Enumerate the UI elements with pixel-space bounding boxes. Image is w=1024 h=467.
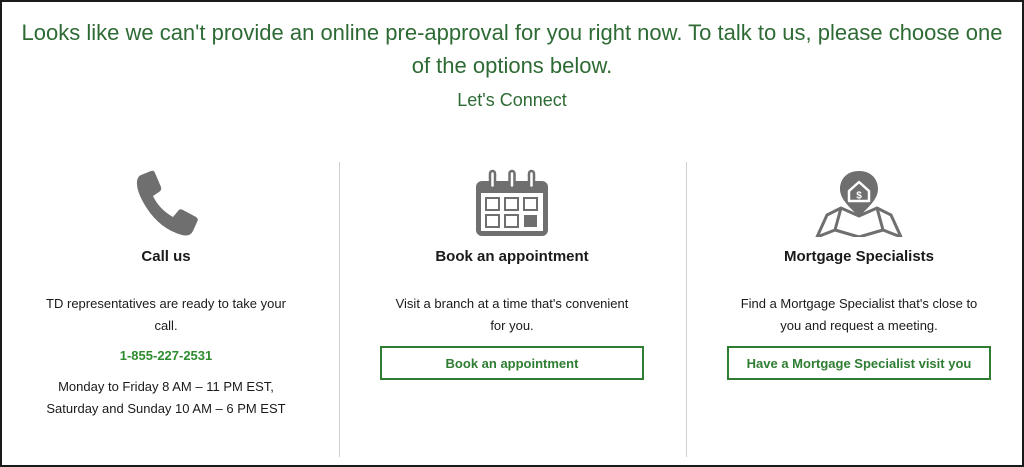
connect-panel: Looks like we can't provide an online pr… [0,0,1024,467]
mortgage-specialists-description: Find a Mortgage Specialist that's close … [740,296,978,333]
column-divider [686,162,687,457]
book-appointment-option: Book an appointment Visit a branch at a … [352,162,672,457]
book-appointment-description: Visit a branch at a time that's convenie… [395,296,629,333]
mortgage-specialist-visit-button[interactable]: Have a Mortgage Specialist visit you [727,346,991,380]
column-divider [339,162,340,457]
call-us-option: Call us TD representatives are ready to … [6,162,326,457]
hours-weekdays: Monday to Friday 8 AM – 11 PM EST, [58,379,274,394]
phone-icon [6,167,326,242]
mortgage-specialists-title: Mortgage Specialists [783,248,935,265]
mortgage-specialists-option: $ Mortgage Specialists Find a Mortgage S… [699,162,1019,457]
call-us-title: Call us [141,248,191,265]
calendar-icon [352,167,672,242]
section-subtitle: Let's Connect [457,90,567,110]
call-us-description: TD representatives are ready to take you… [46,296,286,333]
svg-text:$: $ [856,191,862,202]
call-hours: Monday to Friday 8 AM – 11 PM EST, Satur… [6,376,326,420]
hours-weekend: Saturday and Sunday 10 AM – 6 PM EST [46,401,286,416]
book-appointment-title: Book an appointment [435,248,589,265]
map-pin-house-icon: $ [699,167,1019,242]
phone-number-link[interactable]: 1-855-227-2531 [6,348,326,363]
book-appointment-button[interactable]: Book an appointment [380,346,644,380]
page-headline: Looks like we can't provide an online pr… [21,20,1003,78]
